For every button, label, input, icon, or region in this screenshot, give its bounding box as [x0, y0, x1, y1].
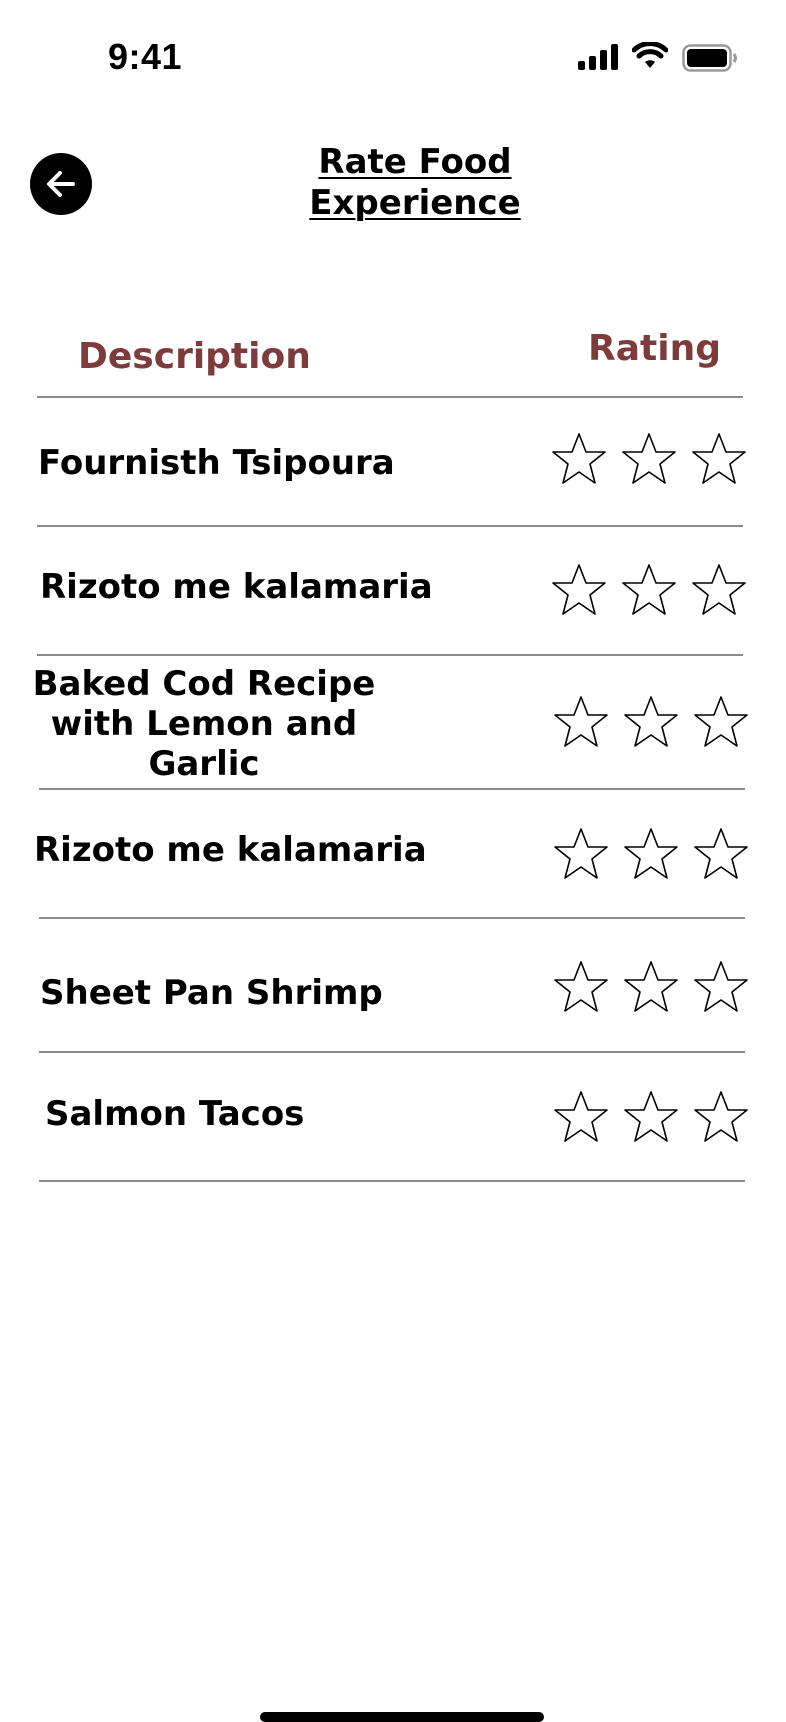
battery-icon — [682, 44, 737, 72]
star-icon[interactable] — [620, 431, 678, 487]
star-icon[interactable] — [552, 1089, 610, 1145]
column-header-description: Description — [78, 336, 311, 377]
item-name: Baked Cod Recipe with Lemon and Garlic — [32, 664, 376, 784]
star-icon[interactable] — [692, 1089, 750, 1145]
page-title: Rate Food Experience — [309, 142, 521, 223]
star-icon[interactable] — [552, 959, 610, 1015]
star-icon[interactable] — [622, 826, 680, 882]
wifi-icon — [632, 42, 668, 68]
row-divider — [39, 917, 745, 919]
cellular-signal-icon — [578, 44, 618, 70]
star-rating[interactable] — [552, 694, 750, 750]
star-icon[interactable] — [622, 959, 680, 1015]
star-icon[interactable] — [550, 562, 608, 618]
back-button[interactable] — [30, 153, 92, 215]
star-icon[interactable] — [692, 694, 750, 750]
row-divider — [39, 1180, 745, 1182]
row-divider — [39, 1051, 745, 1053]
star-icon[interactable] — [550, 431, 608, 487]
row-divider — [39, 788, 745, 790]
home-indicator[interactable] — [260, 1712, 544, 1722]
item-name: Salmon Tacos — [45, 1094, 305, 1134]
star-icon[interactable] — [552, 694, 610, 750]
star-icon[interactable] — [692, 959, 750, 1015]
arrow-left-icon — [47, 171, 75, 197]
star-rating[interactable] — [552, 959, 750, 1015]
star-rating[interactable] — [550, 562, 748, 618]
item-name: Sheet Pan Shrimp — [40, 973, 383, 1013]
item-name: Rizoto me kalamaria — [34, 830, 427, 870]
star-icon[interactable] — [622, 694, 680, 750]
status-time: 9:41 — [108, 36, 183, 77]
row-divider — [37, 654, 743, 656]
star-icon[interactable] — [690, 562, 748, 618]
star-rating[interactable] — [552, 1089, 750, 1145]
star-icon[interactable] — [622, 1089, 680, 1145]
star-icon[interactable] — [552, 826, 610, 882]
star-rating[interactable] — [550, 431, 748, 487]
status-bar: 9:41 — [0, 0, 786, 120]
column-header-rating: Rating — [588, 328, 721, 369]
row-divider — [37, 525, 743, 527]
star-icon[interactable] — [620, 562, 678, 618]
star-icon[interactable] — [692, 826, 750, 882]
star-rating[interactable] — [552, 826, 750, 882]
item-name: Rizoto me kalamaria — [40, 567, 433, 607]
item-name: Fournisth Tsipoura — [38, 443, 395, 483]
star-icon[interactable] — [690, 431, 748, 487]
header-divider — [37, 396, 743, 398]
